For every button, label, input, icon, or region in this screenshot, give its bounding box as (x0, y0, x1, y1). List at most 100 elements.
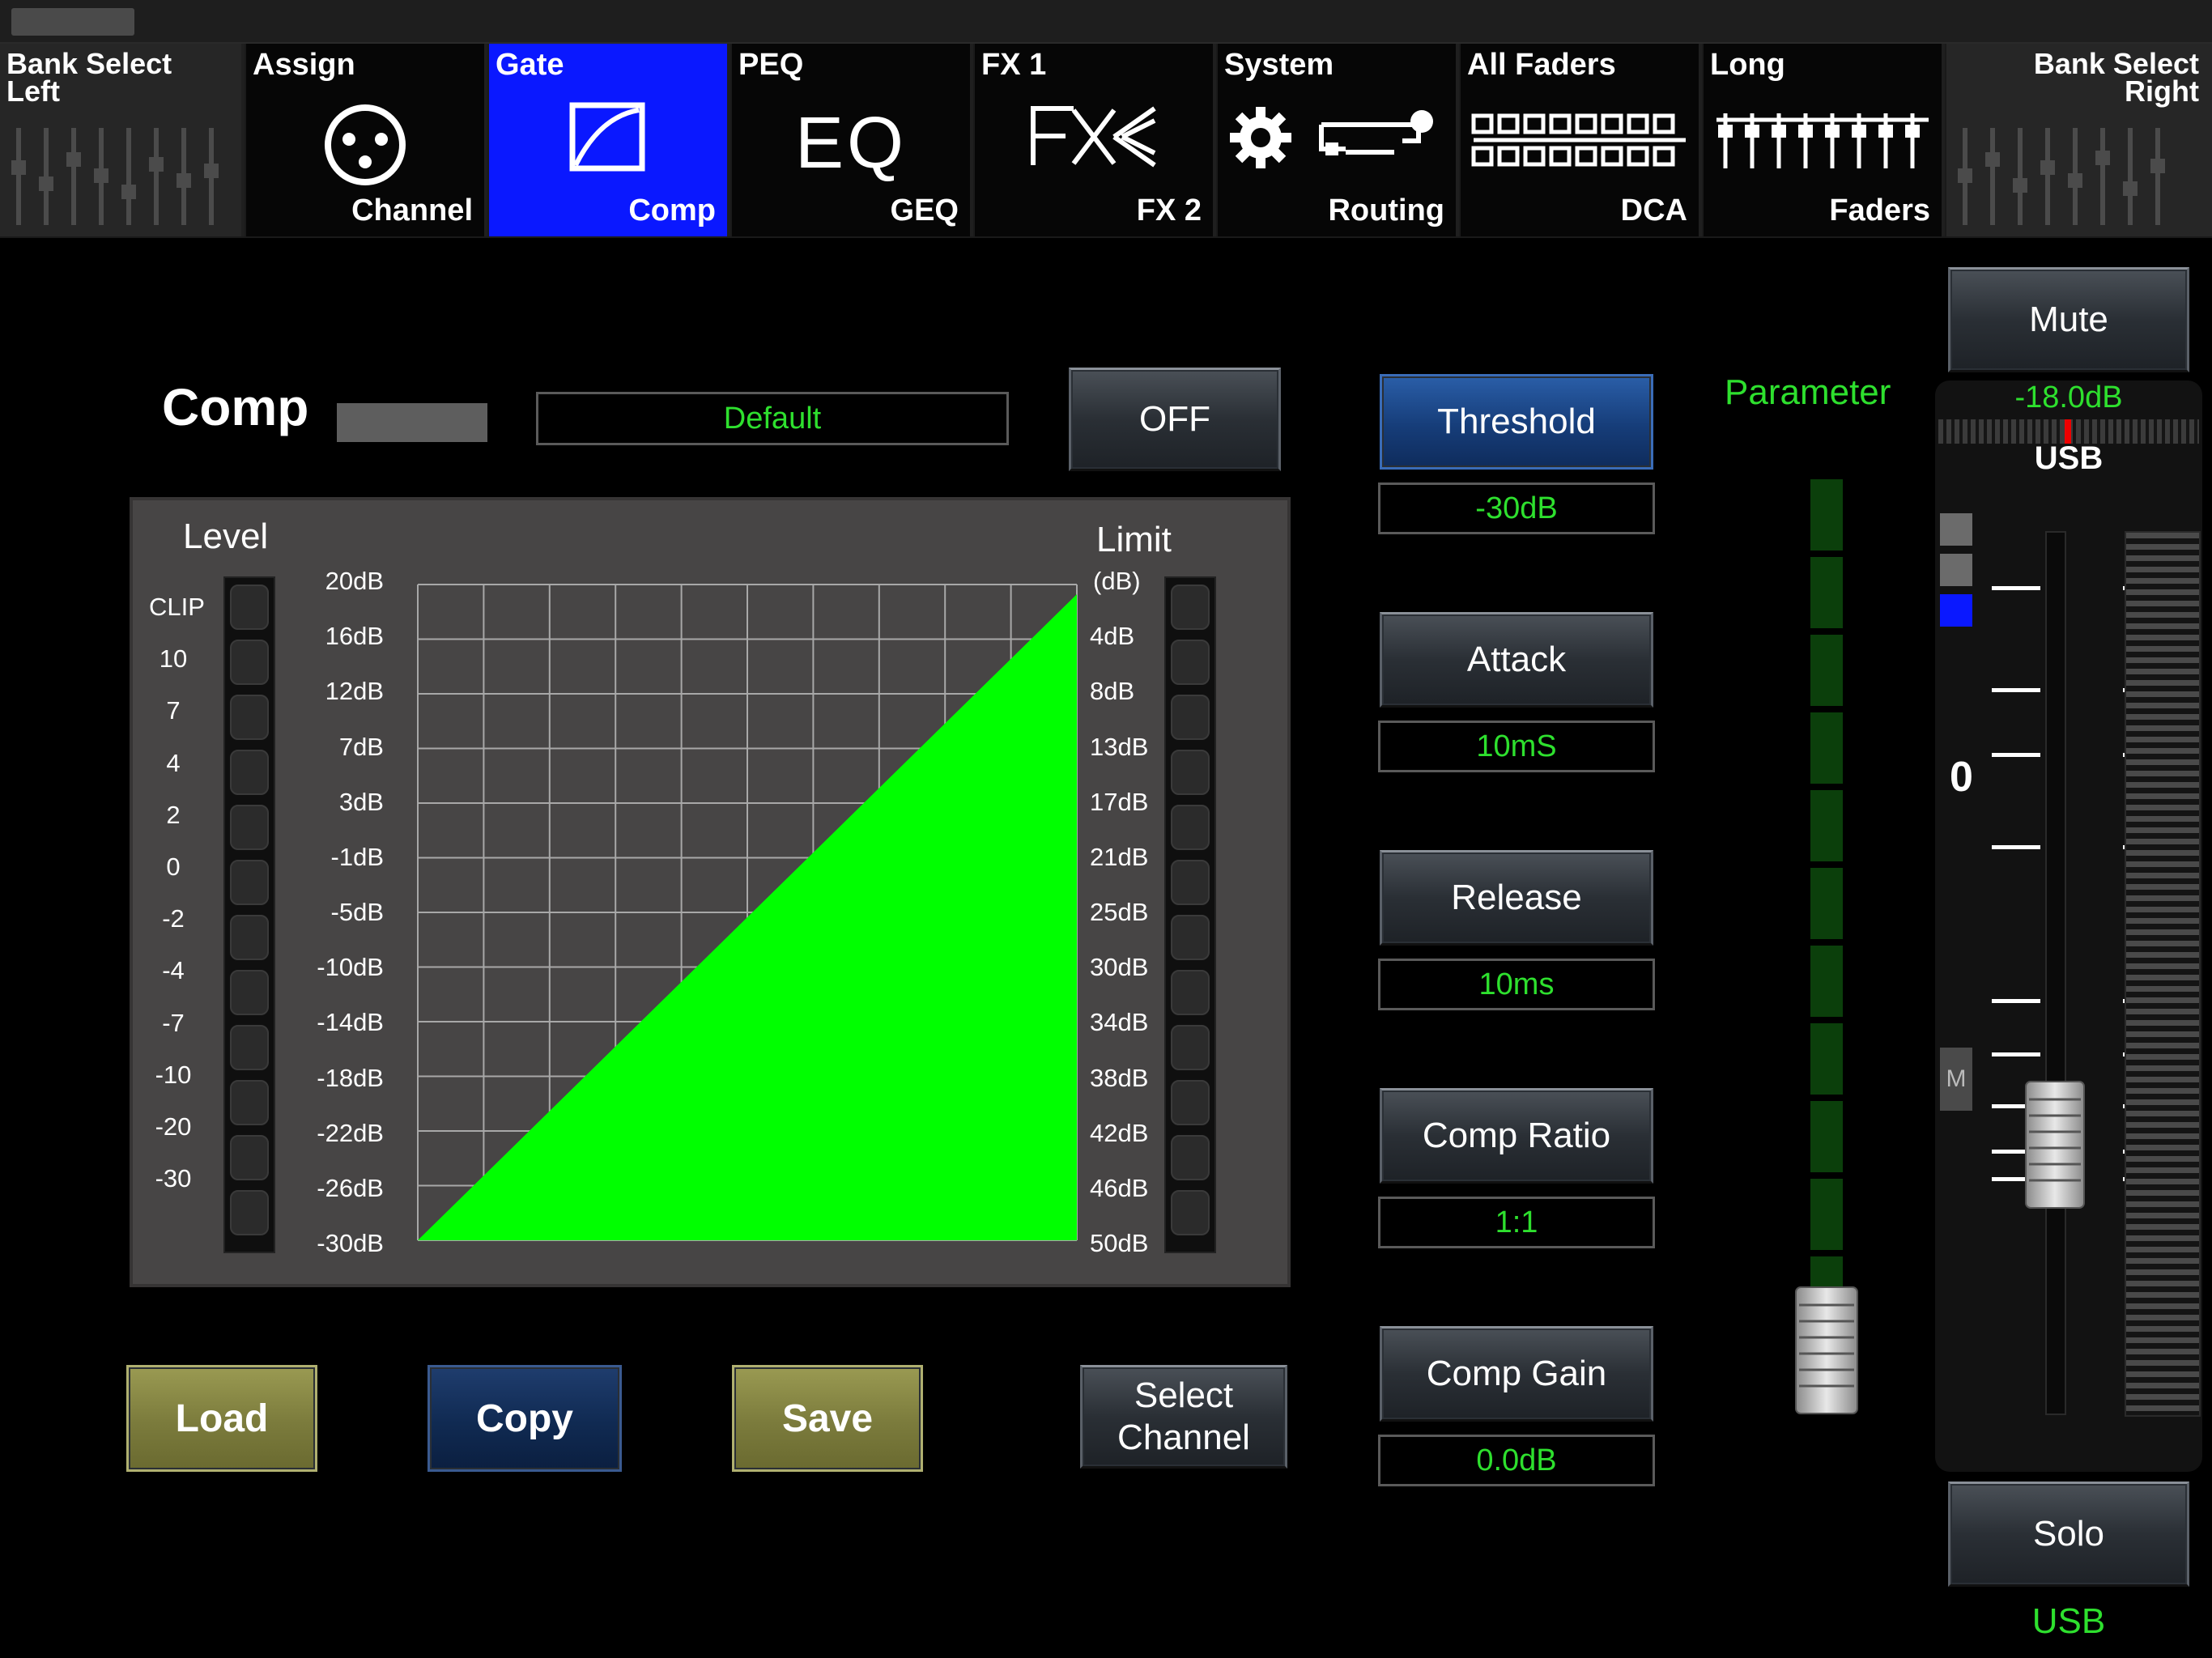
channel-level-readout: -18.0dB (2014, 380, 2123, 414)
meter-segment (1171, 860, 1210, 905)
meter-segment (1171, 640, 1210, 685)
y-axis-label-right: 38dB (1090, 1063, 1149, 1092)
tab-label-bottom: Channel (351, 193, 473, 227)
channel-name-bottom: USB (2031, 1601, 2106, 1641)
tab-label-top: PEQ (738, 48, 804, 82)
tab-long-faders[interactable]: Long Faders (1704, 44, 1945, 236)
y-axis-label-right: 30dB (1090, 953, 1149, 982)
comp-on-off-button[interactable]: OFF (1069, 368, 1281, 471)
limit-axis-labels: 4dB 8dB 13dB 17dB 21dB 25dB 30dB 34dB 38dB 42dB 46… (1090, 500, 1171, 1290)
tab-label-bottom: GEQ (890, 193, 959, 227)
tab-peq-geq[interactable]: PEQ EQ GEQ (732, 44, 973, 236)
comp-gain-reduction-indicator (337, 403, 487, 442)
y-axis-label-right: 17dB (1090, 787, 1149, 816)
xlr-connector-icon (325, 104, 406, 185)
preset-name-field[interactable]: Default (536, 392, 1009, 445)
meter-segment (1171, 1025, 1210, 1070)
solo-button[interactable]: Solo (1948, 1482, 2189, 1587)
meter-segment (230, 695, 269, 740)
tab-gate-comp[interactable]: Gate Comp (489, 44, 730, 236)
y-axis-label-right: 42dB (1090, 1118, 1149, 1147)
threshold-axis-labels: 20dB 16dB 12dB 7dB 3dB -1dB -5dB -10dB -14dB -18d… (295, 500, 384, 1290)
tab-label-bottom: FX 2 (1136, 193, 1202, 227)
select-channel-button[interactable]: Select Channel (1080, 1365, 1287, 1469)
param-value-release: 10ms (1378, 959, 1655, 1010)
channel-indicator-2 (1940, 554, 1972, 586)
compression-curve-graph[interactable] (415, 581, 1080, 1244)
meter-segment (230, 640, 269, 685)
y-axis-label-left: -30dB (317, 1229, 384, 1257)
meter-segment (1171, 1190, 1210, 1235)
y-axis-label-left: -26dB (317, 1173, 384, 1202)
param-button-release[interactable]: Release (1380, 850, 1653, 946)
param-value-attack: 10mS (1378, 721, 1655, 772)
mute-button[interactable]: Mute (1948, 267, 2189, 372)
level-scale-label: 2 (166, 800, 181, 829)
param-button-threshold[interactable]: Threshold (1380, 374, 1653, 470)
meter-segment (230, 1190, 269, 1235)
channel-fader-knob[interactable] (2024, 1080, 2086, 1209)
tab-bank-select-right[interactable]: Bank Select Right (1946, 44, 2212, 236)
level-scale-label: -7 (162, 1008, 185, 1037)
y-axis-label-left: 3dB (338, 787, 384, 816)
parameter-bar (1810, 557, 1843, 628)
level-scale-label: 0 (166, 852, 181, 881)
comp-title: Comp (162, 378, 309, 436)
y-axis-label-right: 21dB (1090, 842, 1149, 871)
tab-fx[interactable]: FX 1 FX 2 (975, 44, 1216, 236)
fader-scale-mark (1992, 845, 2040, 849)
level-scale-label: 10 (159, 644, 188, 674)
level-scale-label: CLIP (149, 593, 205, 621)
parameter-bar (1810, 1179, 1843, 1250)
tab-label-top: FX 1 (981, 48, 1047, 82)
tab-all-faders-dca[interactable]: All Faders DCA (1461, 44, 1702, 236)
meter-segment (230, 1080, 269, 1125)
y-axis-label-right: 13dB (1090, 732, 1149, 761)
tab-label-top: System (1224, 48, 1334, 82)
y-axis-label-right: 4dB (1090, 622, 1135, 651)
fader-scale-mark (1992, 999, 2040, 1003)
tab-label-top: Gate (496, 48, 564, 82)
compressor-graph-panel: Level Limit (dB) CLIP 10 7 4 2 0 -2 -4 -7 -10 -20-… (130, 497, 1291, 1287)
y-axis-label-right: 25dB (1090, 898, 1149, 926)
parameter-bar (1810, 479, 1843, 551)
meter-segment (1171, 1080, 1210, 1125)
zero-db-label: 0 (1950, 754, 1973, 801)
tab-label: Bank Select Right (2033, 47, 2199, 108)
level-scale-label: -4 (162, 956, 185, 985)
fader-track (2045, 531, 2066, 1415)
copy-button[interactable]: Copy (428, 1365, 622, 1472)
level-scale-label: -30 (155, 1164, 192, 1193)
gear-routing-icon (1230, 107, 1433, 168)
tab-label: Bank Select Left (6, 47, 172, 108)
parameter-bar (1810, 635, 1843, 706)
compressor-curve-icon (569, 102, 645, 172)
param-button-comp-gain[interactable]: Comp Gain (1380, 1326, 1653, 1422)
y-axis-label-left: -1dB (330, 842, 384, 871)
parameter-fader-knob[interactable] (1794, 1286, 1859, 1415)
param-button-attack[interactable]: Attack (1380, 612, 1653, 708)
tab-label-bottom: Faders (1829, 193, 1930, 227)
tab-bank-select-left[interactable]: Bank Select Left (0, 44, 245, 236)
load-button[interactable]: Load (126, 1365, 317, 1472)
y-axis-label-left: 7dB (338, 732, 384, 761)
tab-assign-channel[interactable]: Assign Channel (246, 44, 487, 236)
save-button[interactable]: Save (732, 1365, 923, 1472)
param-value-threshold: -30dB (1378, 483, 1655, 534)
y-axis-label-right: 8dB (1090, 677, 1135, 706)
status-bar (0, 0, 2212, 45)
status-pill (11, 8, 134, 36)
y-axis-label-left: -18dB (317, 1063, 384, 1092)
meter-segment (230, 1025, 269, 1070)
fader-bank-icon (1958, 128, 2165, 225)
top-navigation: Bank Select Left Assign Channel Gate Com… (0, 44, 2212, 238)
tab-system-routing[interactable]: System Routing (1218, 44, 1459, 236)
tab-label-bottom: Routing (1328, 193, 1444, 227)
param-button-comp-ratio[interactable]: Comp Ratio (1380, 1088, 1653, 1184)
channel-strip: M 0 (1935, 380, 2202, 1472)
tab-label-top: Long (1710, 48, 1785, 82)
m-marker: M (1940, 1048, 1972, 1111)
y-axis-label-left: -5dB (330, 898, 384, 926)
parameter-title: Parameter (1725, 372, 1891, 412)
y-axis-label-left: -14dB (317, 1008, 384, 1037)
